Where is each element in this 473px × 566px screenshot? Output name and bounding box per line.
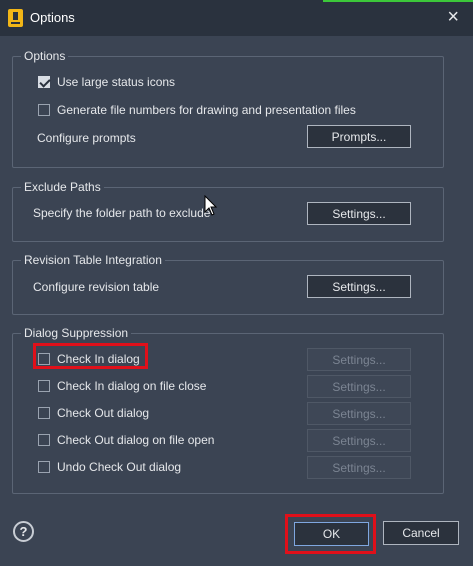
cancel-button[interactable]: Cancel: [383, 521, 459, 545]
suppress-check-out-dialog-row[interactable]: Check Out dialog Settings...: [13, 402, 443, 425]
title-accent-line: [323, 0, 473, 2]
mouse-cursor-icon: [204, 195, 218, 216]
exclude-paths-settings-button[interactable]: Settings...: [307, 202, 411, 225]
suppress-check-in-dialog-settings-button[interactable]: Settings...: [307, 348, 411, 371]
exclude-paths-legend: Exclude Paths: [21, 180, 104, 194]
options-group: Options Use large status icons Generate …: [12, 49, 444, 168]
suppress-check-out-on-open-checkbox[interactable]: [38, 434, 50, 446]
dialog-suppression-legend: Dialog Suppression: [21, 326, 132, 340]
suppress-check-out-dialog-checkbox[interactable]: [38, 407, 50, 419]
suppress-check-in-on-close-row[interactable]: Check In dialog on file close Settings..…: [13, 375, 443, 398]
prompts-button[interactable]: Prompts...: [307, 125, 411, 148]
revision-table-group: Revision Table Integration Configure rev…: [12, 253, 444, 315]
revision-table-settings-button[interactable]: Settings...: [307, 275, 411, 298]
suppress-check-out-on-open-settings-button[interactable]: Settings...: [307, 429, 411, 452]
generate-file-numbers-checkbox[interactable]: [38, 104, 50, 116]
generate-file-numbers-label[interactable]: Generate file numbers for drawing and pr…: [57, 103, 356, 117]
suppress-check-out-on-open-row[interactable]: Check Out dialog on file open Settings..…: [13, 429, 443, 452]
title-bar: Options ×: [0, 0, 473, 36]
use-large-status-icons-label[interactable]: Use large status icons: [57, 75, 175, 89]
suppress-undo-check-out-checkbox[interactable]: [38, 461, 50, 473]
suppress-undo-check-out-label[interactable]: Undo Check Out dialog: [57, 460, 181, 474]
exclude-paths-group: Exclude Paths Specify the folder path to…: [12, 180, 444, 242]
suppress-check-out-dialog-label[interactable]: Check Out dialog: [57, 406, 149, 420]
use-large-status-icons-row[interactable]: Use large status icons: [13, 71, 443, 93]
use-large-status-icons-checkbox[interactable]: [38, 76, 50, 88]
exclude-paths-label: Specify the folder path to exclude: [33, 206, 211, 220]
help-icon[interactable]: ?: [13, 521, 34, 542]
suppress-check-in-on-close-settings-button[interactable]: Settings...: [307, 375, 411, 398]
configure-prompts-label: Configure prompts: [37, 131, 136, 145]
suppress-check-out-on-open-label[interactable]: Check Out dialog on file open: [57, 433, 214, 447]
suppress-check-in-on-close-label[interactable]: Check In dialog on file close: [57, 379, 206, 393]
revision-table-legend: Revision Table Integration: [21, 253, 165, 267]
check-in-dialog-highlight: [33, 343, 148, 369]
ok-button[interactable]: OK: [294, 522, 369, 546]
close-icon[interactable]: ×: [447, 6, 459, 28]
suppress-undo-check-out-settings-button[interactable]: Settings...: [307, 456, 411, 479]
window-title: Options: [30, 10, 75, 25]
generate-file-numbers-row[interactable]: Generate file numbers for drawing and pr…: [13, 99, 443, 121]
revision-table-label: Configure revision table: [33, 280, 160, 294]
options-group-legend: Options: [21, 49, 69, 63]
suppress-check-in-on-close-checkbox[interactable]: [38, 380, 50, 392]
suppress-check-out-dialog-settings-button[interactable]: Settings...: [307, 402, 411, 425]
suppress-undo-check-out-row[interactable]: Undo Check Out dialog Settings...: [13, 456, 443, 479]
app-icon: [8, 9, 23, 27]
